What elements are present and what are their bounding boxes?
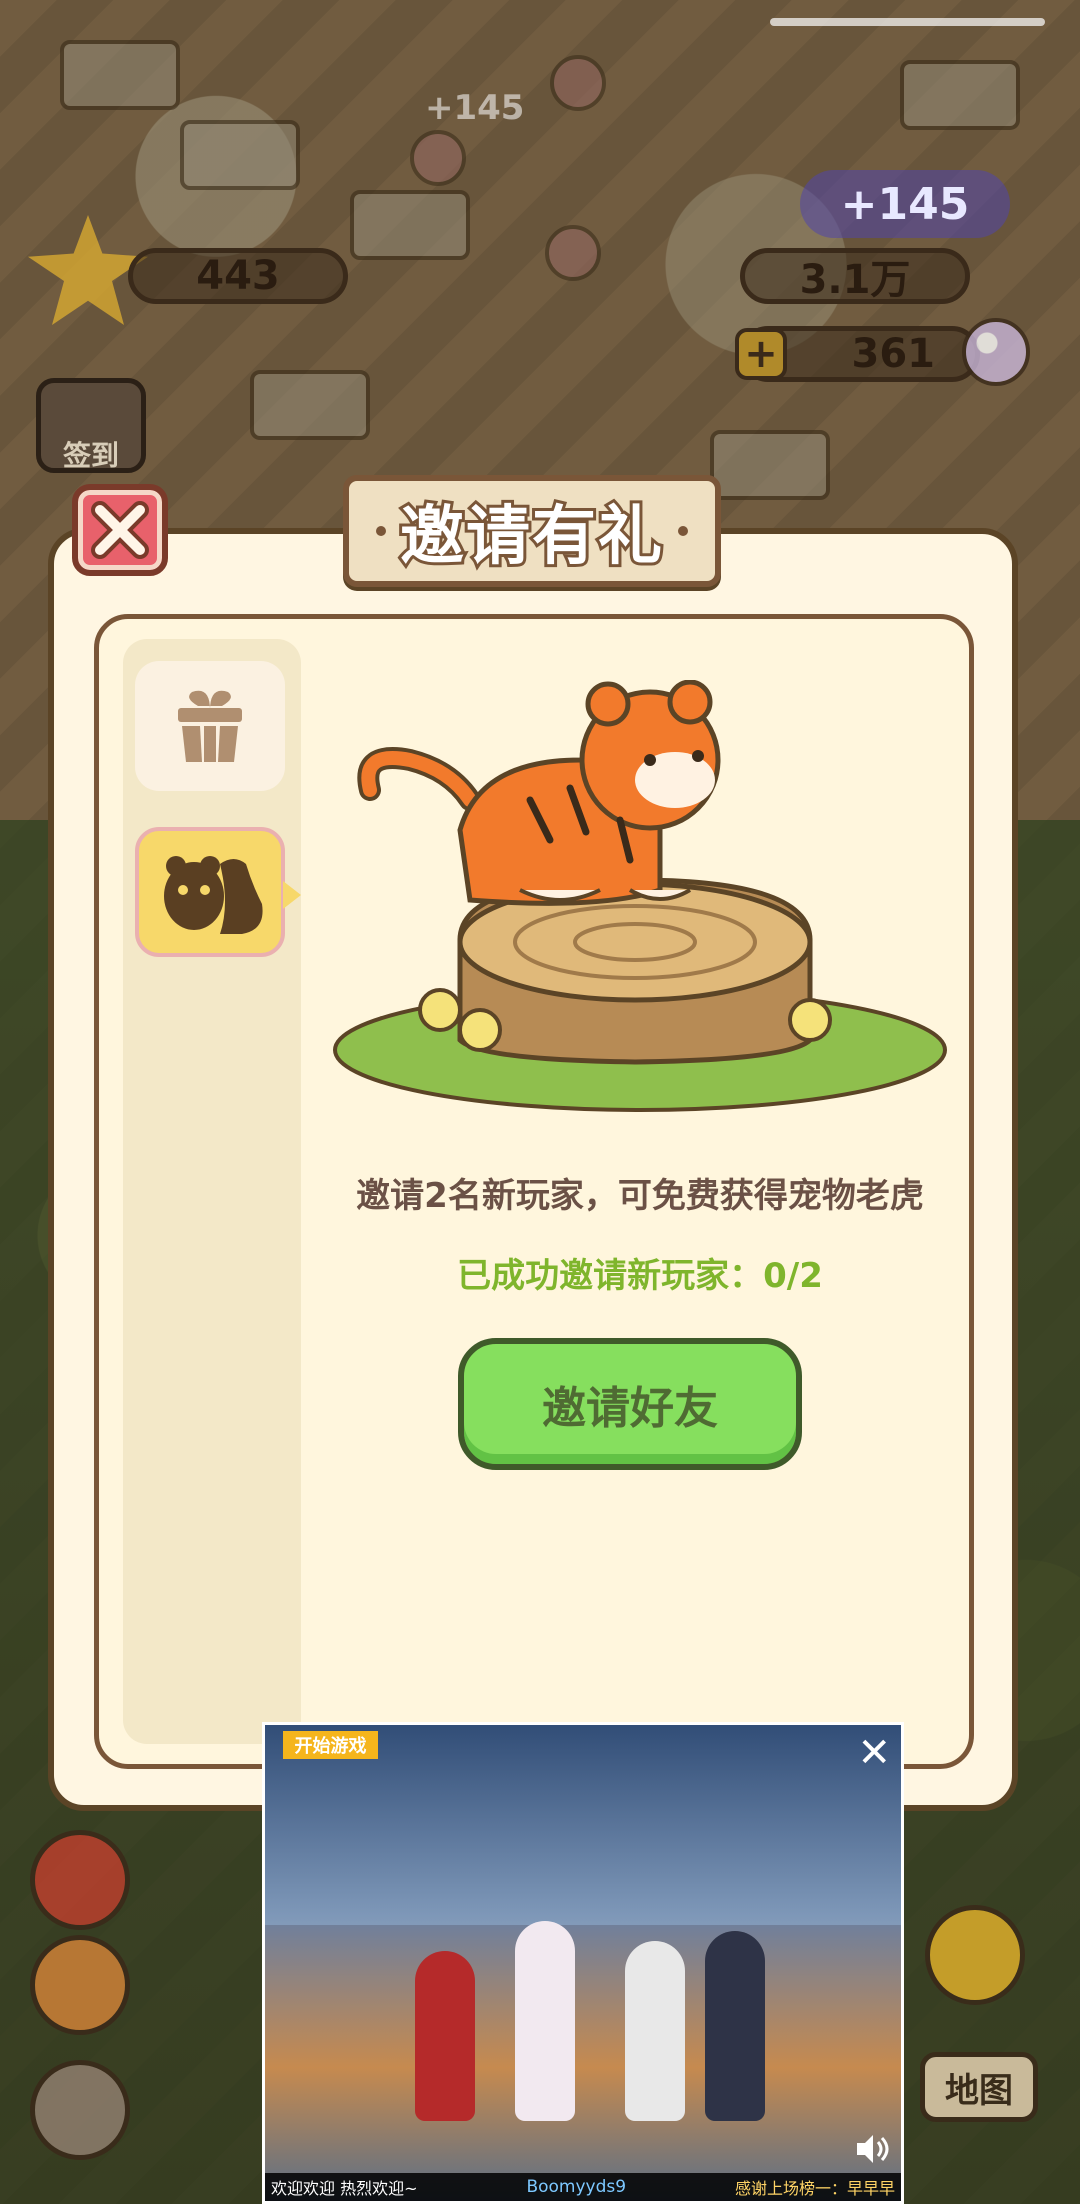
status-indicator [770, 18, 1045, 26]
checkin-label: 签到 [62, 439, 119, 472]
house-button[interactable] [30, 1935, 130, 2035]
marquee-left: 欢迎欢迎 热烈欢迎~ [271, 2179, 418, 2198]
video-start-game-label: 开始游戏 [283, 1731, 378, 1759]
paw-button[interactable] [30, 2060, 130, 2160]
invite-description: 邀请2名新玩家，可免费获得宠物老虎 [356, 1176, 924, 1216]
smiley-button[interactable] [925, 1905, 1025, 2005]
gift-box-icon [178, 690, 242, 762]
speaker-icon[interactable] [851, 2129, 891, 2169]
checkin-button[interactable]: 签到 [36, 378, 146, 473]
modal-title: 邀请有礼 [397, 497, 665, 577]
video-character [705, 1931, 765, 2121]
invite-friends-button[interactable]: 邀请好友 [458, 1338, 802, 1470]
floating-video-player[interactable]: 开始游戏 ✕ 欢迎欢迎 热烈欢迎~ Boomyyds9 感谢上场榜一：早早早 [262, 1722, 904, 2204]
marquee-center: Boomyyds9 [526, 2177, 627, 2197]
marquee-right: 感谢上场榜一：早早早 [734, 2179, 895, 2198]
video-character [415, 1951, 475, 2121]
side-menu-button[interactable] [30, 1830, 130, 1930]
modal-title-badge: 邀请有礼 [343, 475, 721, 587]
reward-popup-text: +145 [840, 178, 970, 230]
star-counter: 443 [128, 248, 348, 304]
add-gems-button[interactable]: + [735, 328, 787, 380]
star-count: 443 [196, 253, 280, 299]
video-character [625, 1941, 685, 2121]
reward-popup: +145 [800, 170, 1010, 238]
tab-pets[interactable] [135, 827, 301, 957]
invite-progress: 已成功邀请新玩家：0/2 [457, 1256, 823, 1296]
video-character [515, 1921, 575, 2121]
title-dot [376, 526, 386, 536]
close-icon [91, 501, 149, 559]
floating-reward: +145 [425, 88, 525, 128]
tab-rail [123, 639, 301, 1744]
tiger-on-stump-illustration [333, 680, 947, 1112]
gem-count: 361 [851, 331, 936, 377]
title-dot [678, 526, 688, 536]
video-close-button[interactable]: ✕ [857, 1733, 891, 1773]
map-label: 地图 [945, 2070, 1013, 2111]
coin-count: 3.1万 [799, 257, 911, 303]
pearl-gem-icon [962, 318, 1030, 386]
coin-counter: 3.1万 [740, 248, 970, 304]
tab-gift[interactable] [135, 661, 285, 791]
close-button[interactable] [72, 484, 168, 576]
map-button[interactable]: 地图 [920, 2052, 1038, 2122]
invite-friends-label: 邀请好友 [542, 1383, 718, 1434]
pet-silhouette-icon [164, 856, 263, 934]
video-marquee-bar: 欢迎欢迎 热烈欢迎~ Boomyyds9 感谢上场榜一：早早早 [265, 2173, 901, 2201]
